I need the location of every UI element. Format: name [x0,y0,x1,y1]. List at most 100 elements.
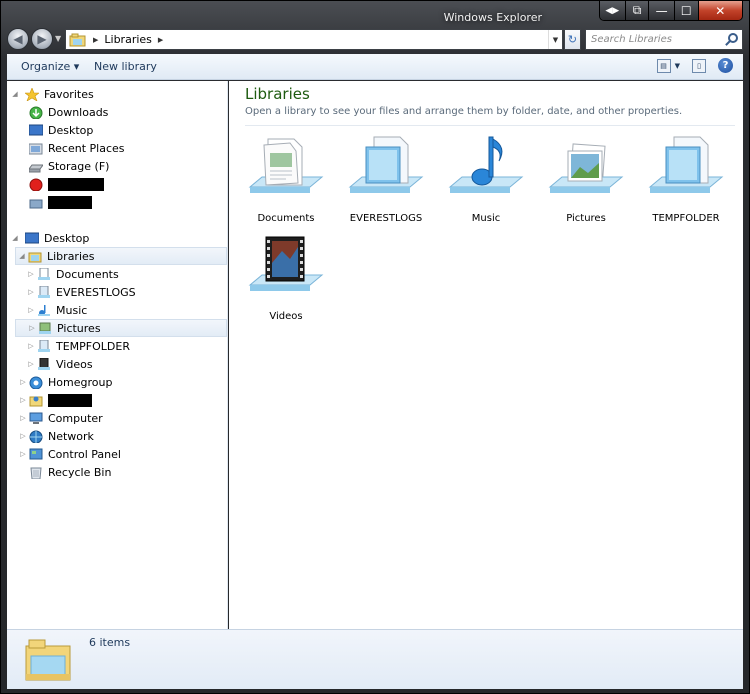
nav-control-panel[interactable]: ▷ Control Panel [19,445,121,463]
details-pane: 6 items [7,629,743,689]
expand-arrow-icon[interactable]: ◢ [18,252,26,260]
library-label: Documents [257,213,315,224]
nav-downloads-label: Downloads [48,105,109,119]
preview-pane-button[interactable]: ▯ [692,58,706,73]
nav-library-videos[interactable]: ▷ Videos [27,355,93,373]
forward-arrow-icon: ▶ [37,32,47,46]
switch-window-button[interactable]: ◀▶ [600,1,626,20]
nav-desktop-root[interactable]: ◢ Desktop [11,229,89,247]
nav-library-tempfolder[interactable]: ▷ TEMPFOLDER [27,337,130,355]
nav-recent-places[interactable]: Recent Places [29,139,125,157]
music-library-icon [448,136,524,193]
app-icon [29,178,43,191]
library-label: Pictures [566,213,606,224]
organize-label: Organize [21,60,71,73]
view-controls: ▤ ▼ ▯ ? [656,58,733,73]
nav-computer[interactable]: ▷ Computer [19,409,102,427]
close-button[interactable]: ✕ [698,1,742,20]
command-bar: Organize ▾ New library ▤ ▼ ▯ ? [7,54,743,80]
recent-pages-dropdown[interactable]: ▼ [55,34,61,43]
nav-homegroup[interactable]: ▷ Homegroup [19,373,112,391]
star-icon [25,87,39,101]
crumb-separator-icon[interactable]: ▶ [158,36,163,44]
maximize-button[interactable]: ☐ [674,1,699,20]
nav-libraries[interactable]: ◢ Libraries [15,247,227,265]
recent-places-icon [29,143,43,154]
caption-buttons: ◀▶ ⧉ — ☐ ✕ [599,1,743,21]
libraries-folder-icon [69,33,86,46]
back-button[interactable]: ◀ [7,28,29,50]
nav-control-panel-label: Control Panel [48,447,121,461]
collapsed-arrow-icon[interactable]: ▷ [19,414,27,422]
library-label: Videos [269,311,303,322]
library-everestlogs[interactable]: EVERESTLOGS [341,135,431,230]
collapsed-arrow-icon[interactable]: ▷ [19,378,27,386]
nav-music-label: Music [56,303,88,317]
nav-storage-f[interactable]: Storage (F) [29,157,109,175]
collapsed-arrow-icon[interactable]: ▷ [27,342,35,350]
expand-arrow-icon[interactable]: ◢ [11,234,19,242]
title-bar[interactable]: Windows Explorer ◀▶ ⧉ — ☐ ✕ [1,1,749,29]
refresh-button[interactable]: ↻ [564,29,581,50]
network-icon [29,430,43,443]
search-placeholder: Search Libraries [591,34,672,45]
library-pictures[interactable]: Pictures [541,135,631,230]
nav-library-pictures[interactable]: ▷ Pictures [15,319,227,337]
new-library-button[interactable]: New library [94,60,157,73]
nav-recycle-bin[interactable]: Recycle Bin [29,463,111,481]
nav-redacted-favorite-1[interactable] [29,175,104,193]
collapsed-arrow-icon[interactable]: ▷ [27,288,35,296]
redacted-label [48,177,104,191]
library-videos[interactable]: Videos [241,233,331,328]
library-tempfolder[interactable]: TEMPFOLDER [641,135,731,230]
homegroup-icon [29,376,43,389]
forward-button[interactable]: ▶ [31,28,53,50]
help-button[interactable]: ? [718,58,733,73]
nav-network-label: Network [48,429,94,443]
folder-shortcut-icon [29,199,43,208]
library-documents[interactable]: Documents [241,135,331,230]
collapsed-arrow-icon[interactable]: ▷ [27,270,35,278]
collapsed-arrow-icon[interactable]: ▷ [27,306,35,314]
nav-downloads[interactable]: Downloads [29,103,108,121]
drive-icon [29,164,43,172]
nav-library-documents[interactable]: ▷ Documents [27,265,119,283]
nav-redacted-favorite-2[interactable] [29,193,92,211]
expand-arrow-icon[interactable]: ◢ [11,90,19,98]
nav-favorites-desktop[interactable]: Desktop [29,121,93,139]
desktop-icon [29,124,43,135]
preview-pane-icon: ▯ [697,61,701,70]
collapsed-arrow-icon[interactable]: ▷ [28,324,36,332]
collapsed-arrow-icon[interactable]: ▷ [19,450,27,458]
search-icon[interactable] [728,33,738,43]
organize-button[interactable]: Organize ▾ [21,60,79,73]
nav-everestlogs-label: EVERESTLOGS [56,285,136,299]
pictures-library-icon [548,143,624,193]
music-library-icon [38,304,50,316]
nav-videos-label: Videos [56,357,93,371]
search-input[interactable]: Search Libraries [585,29,743,50]
breadcrumb-libraries[interactable]: Libraries [104,33,152,46]
minimize-button[interactable]: — [649,1,675,20]
nav-tempfolder-label: TEMPFOLDER [56,339,130,353]
collapsed-arrow-icon[interactable]: ▷ [19,396,27,404]
recycle-bin-icon [30,467,42,479]
nav-redacted-user[interactable]: ▷ [19,391,92,409]
collapsed-arrow-icon[interactable]: ▷ [27,360,35,368]
snap-button[interactable]: ⧉ [625,1,650,20]
library-music[interactable]: Music [441,135,531,230]
nav-recycle-bin-label: Recycle Bin [48,465,112,479]
crumb-separator-icon[interactable]: ▶ [93,36,98,44]
nav-library-everestlogs[interactable]: ▷ EVERESTLOGS [27,283,136,301]
library-icon [38,339,50,352]
nav-network[interactable]: ▷ Network [19,427,94,445]
favorites-label: Favorites [44,87,94,101]
nav-favorites[interactable]: ◢ Favorites [11,85,94,103]
address-dropdown[interactable]: ▼ [548,30,562,49]
address-bar[interactable]: ▶ Libraries ▶ ▼ [65,29,563,50]
videos-library-icon [38,357,50,370]
nav-library-music[interactable]: ▷ Music [27,301,87,319]
change-view-button[interactable]: ▤ ▼ [656,58,680,73]
library-icon [38,285,50,298]
collapsed-arrow-icon[interactable]: ▷ [19,432,27,440]
